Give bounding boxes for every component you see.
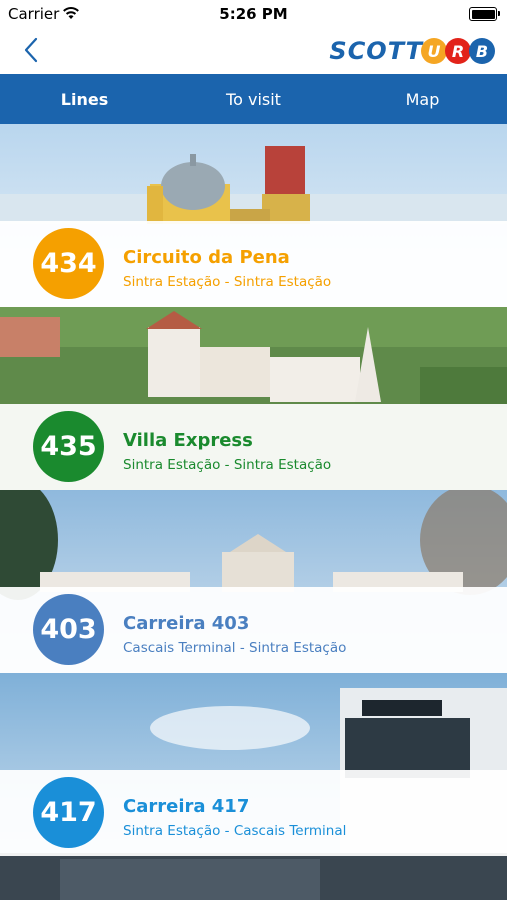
line-number-badge: 434: [33, 228, 104, 299]
line-row-434[interactable]: 434 Circuito da Pena Sintra Estação - Si…: [0, 124, 507, 307]
line-card: 434 Circuito da Pena Sintra Estação - Si…: [0, 221, 507, 307]
status-bar: Carrier 5:26 PM: [0, 0, 507, 28]
line-row-435[interactable]: 435 Villa Express Sintra Estação - Sintr…: [0, 307, 507, 490]
line-number-badge: 403: [33, 594, 104, 665]
line-name: Circuito da Pena: [123, 247, 290, 268]
line-row-417[interactable]: 417 Carreira 417 Sintra Estação - Cascai…: [0, 673, 507, 900]
battery-icon: [469, 7, 500, 21]
line-card: 403 Carreira 403 Cascais Terminal - Sint…: [0, 587, 507, 673]
logo-word: SCOTT: [329, 37, 423, 65]
line-row-403[interactable]: 403 Carreira 403 Cascais Terminal - Sint…: [0, 490, 507, 673]
line-route: Sintra Estação - Sintra Estação: [123, 457, 332, 473]
logo-badge-b: B: [469, 38, 495, 64]
line-route: Sintra Estação - Sintra Estação: [123, 274, 332, 290]
line-number-badge: 417: [33, 777, 104, 848]
tab-lines[interactable]: Lines: [0, 74, 169, 124]
tab-bar: Lines To visit Map: [0, 74, 507, 124]
line-route: Cascais Terminal - Sintra Estação: [123, 640, 347, 656]
scotturb-logo: SCOTT U R B: [329, 36, 495, 66]
tab-to-visit[interactable]: To visit: [169, 74, 338, 124]
clock: 5:26 PM: [219, 5, 288, 23]
line-name: Carreira 403: [123, 613, 250, 634]
line-card: 417 Carreira 417 Sintra Estação - Cascai…: [0, 770, 507, 856]
logo-badge-r: R: [445, 38, 471, 64]
tab-map[interactable]: Map: [338, 74, 507, 124]
line-route: Sintra Estação - Cascais Terminal: [123, 823, 347, 839]
line-number-badge: 435: [33, 411, 104, 482]
back-chevron-icon[interactable]: [20, 36, 44, 64]
line-card: 435 Villa Express Sintra Estação - Sintr…: [0, 404, 507, 490]
line-name: Carreira 417: [123, 796, 250, 817]
navigation-bar: SCOTT U R B: [0, 28, 507, 74]
logo-badge-u: U: [421, 38, 447, 64]
line-name: Villa Express: [123, 430, 253, 451]
